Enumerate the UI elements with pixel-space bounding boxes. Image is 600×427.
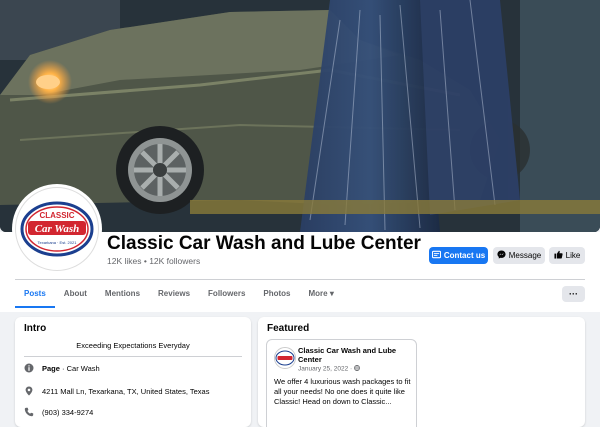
tab-about[interactable]: About (55, 284, 96, 308)
contact-us-label: Contact us (443, 251, 486, 260)
featured-post-date[interactable]: January 25, 2022 · (298, 365, 360, 373)
intro-page-label: Page (42, 363, 60, 373)
intro-address-text: 4211 Mall Ln, Texarkana, TX, United Stat… (42, 386, 210, 396)
cover-car-wash-image (0, 0, 600, 232)
profile-avatar[interactable]: CLASSIC Car Wash Texarkana · Est. 2021 (15, 187, 99, 271)
classic-car-wash-logo: CLASSIC Car Wash Texarkana · Est. 2021 (20, 201, 94, 257)
page-tabs: Posts About Mentions Reviews Followers P… (15, 284, 343, 308)
like-button[interactable]: Like (549, 247, 585, 264)
tab-photos[interactable]: Photos (254, 284, 299, 308)
logo-line2: Car Wash (35, 223, 80, 235)
messenger-icon (497, 250, 506, 261)
location-pin-icon (24, 386, 34, 396)
featured-post-author[interactable]: Classic Car Wash and Lube Center (298, 346, 413, 364)
featured-post-avatar[interactable] (274, 347, 296, 369)
cover-photo[interactable] (0, 0, 600, 232)
intro-title: Intro (24, 323, 47, 334)
featured-card: Featured Classic Car Wash and Lube Cente… (258, 317, 585, 427)
intro-card: Intro Exceeding Expectations Everyday Pa… (15, 317, 251, 427)
intro-page-category: Page · Car Wash (24, 363, 100, 373)
more-options-button[interactable]: ··· (562, 286, 585, 302)
page-stats[interactable]: 12K likes • 12K followers (107, 256, 200, 266)
featured-post-text: We offer 4 luxurious wash packages to fi… (274, 377, 411, 406)
intro-address[interactable]: 4211 Mall Ln, Texarkana, TX, United Stat… (24, 386, 209, 396)
intro-category: · Car Wash (59, 363, 100, 373)
info-icon (24, 363, 34, 373)
tab-more[interactable]: More ▾ (300, 284, 343, 308)
tab-mentions[interactable]: Mentions (96, 284, 149, 308)
classic-car-wash-logo-small (275, 350, 295, 366)
contact-icon (431, 250, 441, 261)
page-title: Classic Car Wash and Lube Center (107, 233, 421, 254)
message-button[interactable]: Message (493, 247, 545, 264)
logo-line3: Texarkana · Est. 2021 (38, 240, 78, 245)
intro-divider (24, 356, 242, 357)
featured-post-date-text: January 25, 2022 · (298, 365, 355, 373)
message-label: Message (508, 251, 542, 260)
featured-post[interactable]: Classic Car Wash and Lube Center January… (266, 339, 417, 427)
featured-title: Featured (267, 323, 310, 334)
header-divider (15, 279, 585, 280)
tab-posts[interactable]: Posts (15, 284, 55, 308)
tab-reviews[interactable]: Reviews (149, 284, 199, 308)
logo-line1: CLASSIC (39, 211, 74, 220)
tab-followers[interactable]: Followers (199, 284, 254, 308)
intro-tagline: Exceeding Expectations Everyday (76, 341, 190, 350)
phone-icon (24, 407, 34, 417)
intro-phone[interactable]: (903) 334-9274 (24, 407, 93, 417)
contact-us-button[interactable]: Contact us (429, 247, 488, 264)
like-label: Like (565, 251, 581, 260)
intro-phone-text: (903) 334-9274 (42, 407, 94, 417)
globe-icon (354, 365, 360, 373)
thumbs-up-icon (554, 250, 563, 261)
